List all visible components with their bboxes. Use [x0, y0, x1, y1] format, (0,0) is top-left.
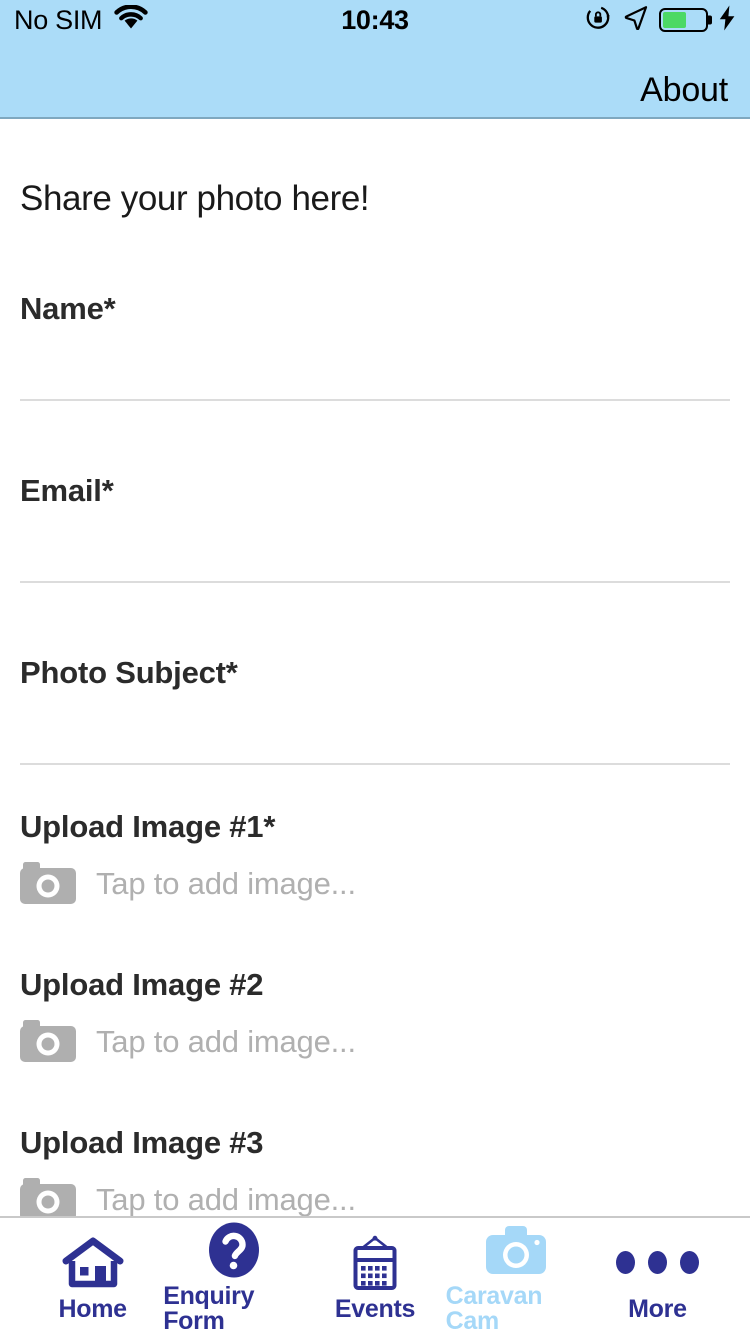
upload-image-2-button[interactable]: Tap to add image... — [20, 1003, 730, 1081]
upload-group-3: Upload Image #3 Tap to add image... — [20, 1081, 730, 1216]
page-title: Share your photo here! — [20, 179, 370, 218]
battery-fill — [663, 12, 686, 28]
ellipsis-dot — [679, 1251, 699, 1274]
field-label-upload-1: Upload Image #1* — [20, 809, 276, 844]
field-label-name: Name* — [20, 291, 116, 326]
field-label-upload-2: Upload Image #2 — [20, 967, 264, 1002]
carrier-label: No SIM — [14, 4, 103, 35]
field-group-photo-subject: Photo Subject* — [20, 583, 730, 763]
form-scroll-area[interactable]: Share your photo here! Name* Email* Phot… — [0, 119, 750, 1216]
question-mark-circle-icon — [208, 1222, 260, 1278]
upload-placeholder-3: Tap to add image... — [96, 1182, 356, 1216]
tab-bar: Home Enquiry Form Events Caravan Cam Mor… — [0, 1216, 750, 1334]
tab-label-more: More — [628, 1294, 687, 1323]
about-button[interactable]: About — [640, 71, 728, 109]
ellipsis-dots — [615, 1251, 699, 1274]
calendar-icon — [347, 1235, 403, 1290]
upload-image-3-button[interactable]: Tap to add image... — [20, 1161, 730, 1216]
upload-group-1: Upload Image #1* Tap to add image... — [20, 765, 730, 923]
wifi-icon — [114, 4, 148, 35]
upload-placeholder-2: Tap to add image... — [96, 1024, 356, 1059]
home-icon — [62, 1237, 124, 1289]
camera-icon — [20, 1018, 76, 1067]
location-arrow-icon — [623, 5, 648, 35]
camera-icon — [20, 860, 76, 909]
navigation-bar: About — [0, 40, 750, 119]
tab-label-events: Events — [334, 1294, 416, 1323]
field-label-photo-subject: Photo Subject* — [20, 655, 238, 690]
upload-placeholder-1: Tap to add image... — [96, 866, 356, 901]
tab-label-home: Home — [58, 1294, 127, 1323]
camera-icon — [484, 1224, 548, 1276]
tab-item-home[interactable]: Home — [22, 1218, 163, 1334]
tab-label-caravan-cam: Caravan Cam — [445, 1282, 543, 1334]
camera-icon — [20, 1176, 76, 1216]
ellipsis-dot — [615, 1251, 635, 1274]
ellipsis-dot — [647, 1251, 667, 1274]
tab-item-enquiry-form[interactable]: Enquiry Form — [163, 1218, 304, 1334]
name-input[interactable] — [20, 327, 730, 399]
app-root: No SIM 10:43 About Share your photo here… — [0, 0, 750, 1334]
field-label-upload-3: Upload Image #3 — [20, 1125, 264, 1160]
ellipsis-icon — [615, 1237, 699, 1289]
tab-item-events[interactable]: Events — [304, 1218, 445, 1334]
field-label-email: Email* — [20, 473, 114, 508]
tab-label-enquiry-form: Enquiry Form — [163, 1282, 255, 1334]
upload-group-2: Upload Image #2 Tap to add image... — [20, 923, 730, 1081]
field-group-name: Name* — [20, 219, 730, 399]
tab-item-caravan-cam[interactable]: Caravan Cam — [446, 1218, 587, 1334]
status-bar: No SIM 10:43 — [0, 0, 750, 40]
lightning-bolt-icon — [719, 5, 736, 36]
email-input[interactable] — [20, 509, 730, 581]
tab-item-more[interactable]: More — [587, 1218, 728, 1334]
status-bar-left: No SIM — [14, 4, 148, 35]
photo-subject-input[interactable] — [20, 691, 730, 763]
field-group-email: Email* — [20, 401, 730, 581]
rotation-lock-icon — [585, 4, 612, 36]
battery-icon — [659, 8, 712, 32]
battery-cap — [708, 15, 712, 25]
status-bar-right — [585, 4, 736, 36]
upload-image-1-button[interactable]: Tap to add image... — [20, 845, 730, 923]
